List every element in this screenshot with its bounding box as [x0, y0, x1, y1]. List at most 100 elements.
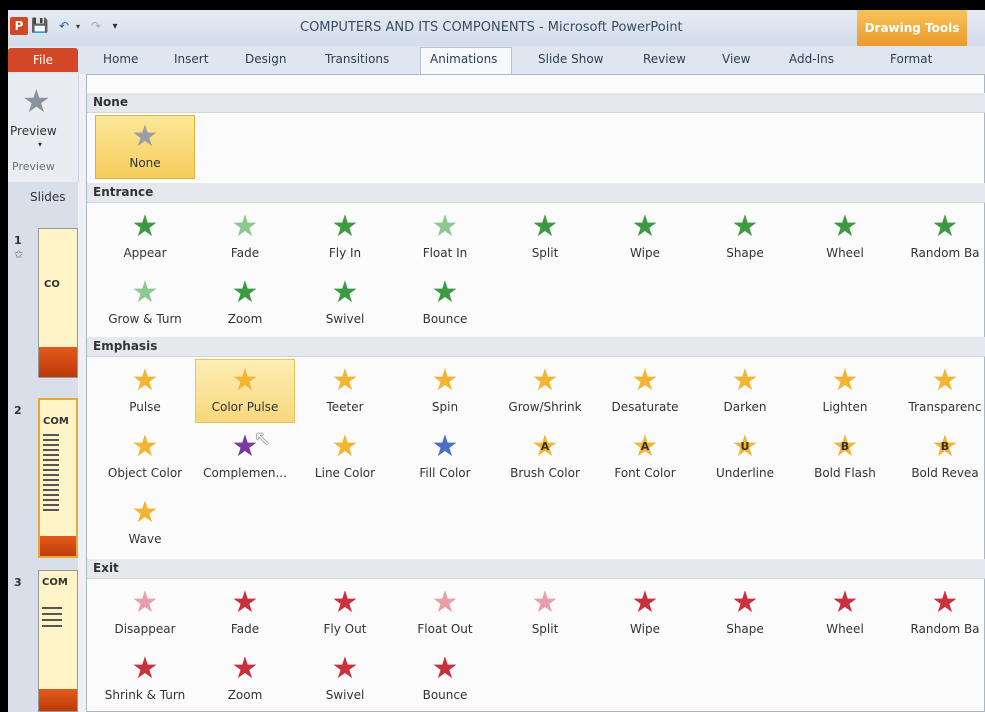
animation-item[interactable]: ★ U Underline [695, 425, 795, 489]
undo-icon[interactable]: ↶ [56, 17, 72, 35]
animation-item[interactable]: ★ Fade [195, 581, 295, 645]
star-overlay-letter: A [540, 440, 550, 453]
star-overlay-letter: B [940, 440, 950, 453]
animation-item[interactable]: ★ Wipe [595, 205, 695, 269]
tab-design[interactable]: Design [245, 52, 286, 66]
animation-item[interactable]: ★ Zoom [195, 271, 295, 335]
star-icon: ★ [331, 651, 359, 686]
slide-thumbnail[interactable]: COM [38, 398, 78, 558]
star-icon: ★ [131, 429, 159, 464]
animation-item[interactable]: ★ Bounce [395, 271, 495, 335]
animation-item[interactable]: ★ Shape [695, 581, 795, 645]
animation-item[interactable]: ★ Float Out [395, 581, 495, 645]
animation-label: Fade [230, 622, 260, 636]
animation-label: Random Ba [910, 246, 980, 260]
tab-slide-show[interactable]: Slide Show [538, 52, 603, 66]
animation-item[interactable]: ★ Fill Color [395, 425, 495, 489]
animation-item[interactable]: ★ Grow & Turn [95, 271, 195, 335]
customize-qat-icon[interactable]: ▾ [108, 17, 122, 35]
window-title: COMPUTERS AND ITS COMPONENTS - Microsoft… [300, 20, 683, 35]
slide-thumbnail-band [39, 347, 77, 377]
slide-thumbnail-band [39, 689, 77, 711]
section-exit: Exit [87, 559, 985, 579]
animation-item[interactable]: ★ Split [495, 581, 595, 645]
tab-animations[interactable]: Animations [430, 52, 497, 66]
animation-item[interactable]: ★ Bounce [395, 647, 495, 711]
star-icon: ★ [931, 363, 959, 398]
powerpoint-app-icon[interactable]: P [10, 17, 28, 35]
animation-item[interactable]: ★ Object Color [95, 425, 195, 489]
animation-item[interactable]: ★ B Bold Flash [795, 425, 895, 489]
animation-label: Desaturate [611, 400, 679, 414]
animation-item[interactable]: ★ Complemen... [195, 425, 295, 489]
preview-button[interactable]: Preview [10, 124, 57, 138]
tab-review[interactable]: Review [643, 52, 686, 66]
drawing-tools-contextual-tab: Drawing Tools [857, 10, 967, 46]
animation-item[interactable]: ★ Split [495, 205, 595, 269]
tab-transitions[interactable]: Transitions [325, 52, 389, 66]
animation-item[interactable]: ★ Wipe [595, 581, 695, 645]
section-emphasis: Emphasis [87, 337, 985, 357]
redo-icon[interactable]: ↷ [88, 17, 104, 35]
animation-item[interactable]: ★ Teeter [295, 359, 395, 423]
animation-item[interactable]: ★ Float In [395, 205, 495, 269]
tab-view[interactable]: View [722, 52, 750, 66]
animation-item[interactable]: ★ Line Color [295, 425, 395, 489]
animation-item[interactable]: ★ Wave [95, 491, 195, 555]
preview-dropdown-icon[interactable]: ▾ [38, 140, 42, 149]
animation-item[interactable]: ★ Appear [95, 205, 195, 269]
tab-addins[interactable]: Add-Ins [789, 52, 834, 66]
slide-thumbnail[interactable]: COM [38, 570, 78, 712]
animation-label: Shape [726, 622, 764, 636]
star-icon: ★ [631, 585, 659, 620]
animation-label: Fill Color [419, 466, 471, 480]
animation-item[interactable]: ★ Swivel [295, 647, 395, 711]
animation-label: Grow/Shrink [508, 400, 582, 414]
animation-label: Font Color [614, 466, 676, 480]
save-icon[interactable]: 💾 [31, 17, 48, 35]
animation-item[interactable]: ★ A Brush Color [495, 425, 595, 489]
animation-item[interactable]: ★ Desaturate [595, 359, 695, 423]
animation-item[interactable]: ★ Shape [695, 205, 795, 269]
animation-item[interactable]: ★ Fly In [295, 205, 395, 269]
animation-item[interactable]: ★ Random Ba [895, 205, 985, 269]
slide-thumbnail[interactable]: CO [38, 228, 78, 378]
star-icon: ★ [231, 585, 259, 620]
animation-item[interactable]: ★ Pulse [95, 359, 195, 423]
tab-home[interactable]: Home [103, 52, 138, 66]
star-icon: ★ [131, 651, 159, 686]
tab-insert[interactable]: Insert [174, 52, 208, 66]
animation-item[interactable]: ★ Fade [195, 205, 295, 269]
preview-star-icon[interactable]: ★ [22, 82, 51, 120]
star-icon: ★ [331, 585, 359, 620]
undo-dropdown-icon[interactable]: ▾ [74, 17, 82, 35]
animation-item[interactable]: ★ Swivel [295, 271, 395, 335]
animation-item[interactable]: ★ A Font Color [595, 425, 695, 489]
animation-label: Float Out [417, 622, 473, 636]
slides-tab[interactable]: Slides [30, 190, 66, 204]
animation-item[interactable]: ★ Transparenc [895, 359, 985, 423]
animation-label: Bounce [422, 688, 468, 702]
star-icon: ★ [231, 209, 259, 244]
animation-label: Brush Color [510, 466, 580, 480]
animation-item[interactable]: ★ Darken [695, 359, 795, 423]
animation-label: Pulse [129, 400, 161, 414]
animation-item[interactable]: ★ Shrink & Turn [95, 647, 195, 711]
animation-item[interactable]: ★ Wheel [795, 581, 895, 645]
animation-item[interactable]: ★ Grow/Shrink [495, 359, 595, 423]
animation-item[interactable]: ★ Disappear [95, 581, 195, 645]
animation-label: Fade [230, 246, 260, 260]
animation-item[interactable]: ★ Wheel [795, 205, 895, 269]
animation-item[interactable]: ★ Random Ba [895, 581, 985, 645]
animation-item[interactable]: ★ B Bold Revea [895, 425, 985, 489]
animation-item[interactable]: ★ Fly Out [295, 581, 395, 645]
tab-file[interactable]: File [8, 48, 78, 72]
animation-item[interactable]: ★ Color Pulse [195, 359, 295, 423]
animation-item[interactable]: ★ Spin [395, 359, 495, 423]
tab-format[interactable]: Format [890, 52, 932, 66]
animation-none[interactable]: ★ None [95, 115, 195, 179]
star-icon: ★ [331, 429, 359, 464]
animation-item[interactable]: ★ Lighten [795, 359, 895, 423]
section-none: None [87, 93, 985, 113]
animation-item[interactable]: ★ Zoom [195, 647, 295, 711]
